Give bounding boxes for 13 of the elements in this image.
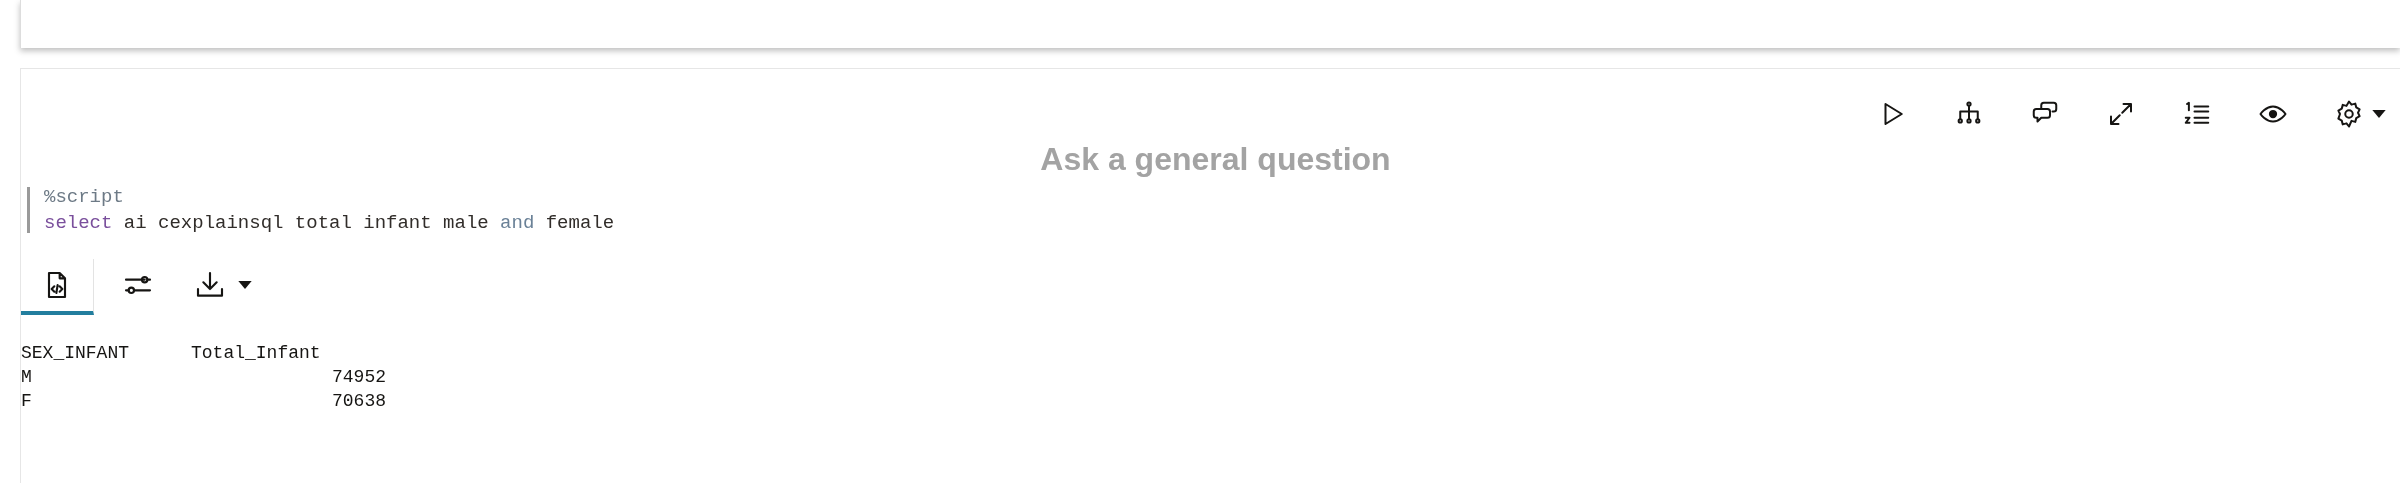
table-cell-text: F (21, 390, 33, 413)
code-line: select ai cexplainsql total infant male and female (44, 213, 616, 233)
column-header: SEX_INFANT (21, 342, 131, 365)
table-cell-text: 74952 (331, 366, 386, 389)
caret-icon[interactable] (2372, 110, 2386, 118)
code-line: %script (44, 187, 125, 207)
caret-icon[interactable] (238, 281, 252, 289)
table-cell-text: 70638 (331, 390, 386, 413)
settings-icon[interactable] (2334, 99, 2364, 129)
cell-heading: Ask a general question (1039, 140, 1392, 179)
result-tab[interactable] (21, 259, 94, 315)
table-cell-text: M (21, 366, 33, 389)
column-header: Total_Infant (191, 342, 322, 365)
